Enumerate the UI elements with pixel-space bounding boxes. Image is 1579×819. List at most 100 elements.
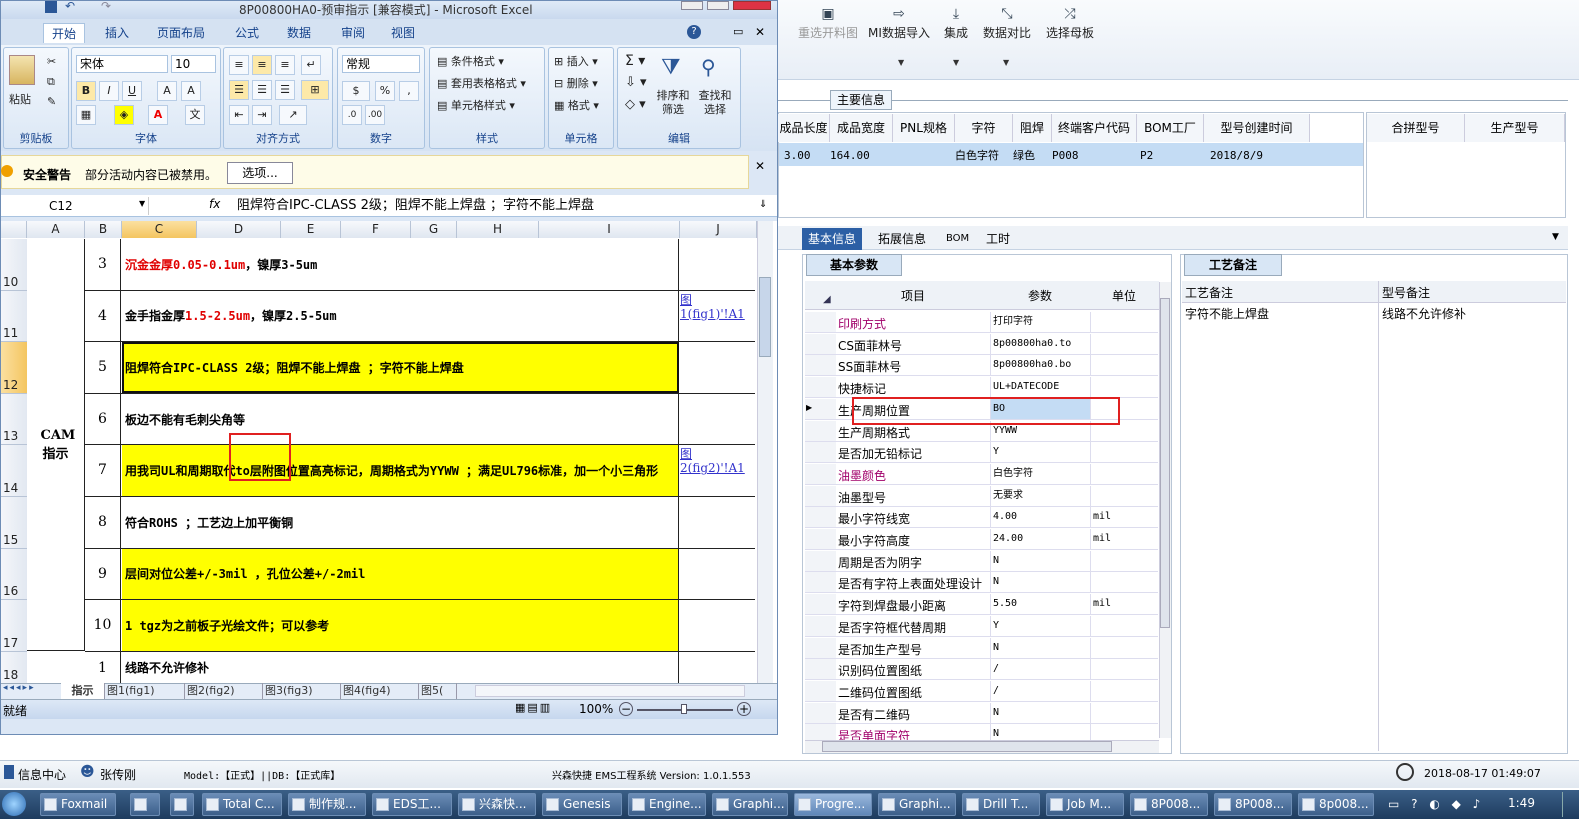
property-value[interactable]: N: [990, 550, 1090, 571]
currency-button[interactable]: $: [342, 81, 370, 101]
basic-params-tab[interactable]: 基本参数: [806, 254, 902, 276]
row-selector[interactable]: [805, 333, 836, 355]
production-model-header[interactable]: 生产型号: [1465, 114, 1565, 142]
merge-cells-button[interactable]: ⊞: [301, 80, 329, 100]
zoom-thumb[interactable]: [681, 704, 687, 714]
font-shrink-button[interactable]: A: [181, 81, 201, 101]
property-row[interactable]: 识别码位置图纸 /: [836, 659, 1158, 681]
hyperlink-cell[interactable]: [680, 396, 755, 445]
instruction-cell[interactable]: 用我司UL和周期取代to层附图位置高亮标记，周期格式为YYWW ；满足UL796…: [122, 445, 679, 496]
increase-indent-button[interactable]: ⇥: [252, 105, 272, 125]
row-header[interactable]: 15: [1, 497, 27, 549]
grid-cell[interactable]: 164.00: [830, 146, 870, 166]
chevron-down-icon[interactable]: ▼: [1552, 232, 1559, 242]
delete-cell-button[interactable]: ⊟ 删除 ▾: [554, 75, 598, 91]
format-painter-icon[interactable]: ✎: [47, 95, 56, 108]
chevron-down-icon[interactable]: ▼: [139, 199, 145, 208]
insert-cell-button[interactable]: ⊞ 插入 ▾: [554, 53, 598, 69]
options-button[interactable]: 选项...: [227, 162, 293, 184]
property-row[interactable]: 二维码位置图纸 /: [836, 680, 1158, 702]
row-selector[interactable]: [805, 637, 836, 659]
grid-header-5[interactable]: 终端客户代码: [1052, 114, 1137, 142]
column-header-D[interactable]: D: [197, 221, 281, 238]
row-selector[interactable]: [805, 529, 836, 550]
phonetic-button[interactable]: 文: [185, 105, 205, 125]
row-selector[interactable]: [805, 420, 836, 442]
pg-scroll-thumb[interactable]: [1160, 298, 1170, 628]
table-format-button[interactable]: ▤ 套用表格格式 ▾: [437, 75, 526, 91]
row-number-cell[interactable]: 10: [85, 600, 121, 652]
process-remark-tab[interactable]: 工艺备注: [1184, 254, 1282, 276]
conditional-format-button[interactable]: ▤ 条件格式 ▾: [437, 53, 504, 69]
ribbon-tab-0[interactable]: 开始: [43, 23, 86, 43]
autosum-icon[interactable]: Σ ▾: [625, 53, 645, 69]
property-value[interactable]: 打印字符: [990, 312, 1090, 332]
align-right-button[interactable]: ☰: [275, 80, 295, 100]
row-header[interactable]: 11: [1, 290, 27, 343]
column-header-I[interactable]: I: [539, 221, 680, 238]
grid-cell[interactable]: P008: [1052, 146, 1079, 166]
row-selector[interactable]: [805, 442, 836, 464]
row-selector[interactable]: [805, 680, 836, 702]
integrate-button[interactable]: ⤓ 集成: [940, 6, 972, 41]
instruction-cell[interactable]: 层间对位公差+/-3mil ，孔位公差+/-2mil: [122, 548, 679, 600]
pg-hscroll-thumb[interactable]: [822, 741, 1112, 752]
property-value[interactable]: 8p00800ha0.bo: [990, 355, 1090, 376]
property-row[interactable]: 周期是否为阴字 N: [836, 550, 1158, 572]
row-header[interactable]: 12: [1, 342, 27, 394]
reselect-button[interactable]: ▣ 重选开料图: [796, 6, 860, 41]
row-number-cell[interactable]: 4: [85, 290, 121, 343]
compare-button[interactable]: ⤡ 数据对比: [980, 6, 1034, 41]
taskbar-item[interactable]: [130, 793, 160, 816]
instruction-cell[interactable]: 板边不能有毛刺尖角等: [122, 393, 679, 445]
process-remark-header[interactable]: 工艺备注: [1185, 284, 1233, 301]
property-value[interactable]: 4.00: [990, 507, 1090, 528]
sort-filter-button[interactable]: 排序和筛选: [655, 89, 691, 117]
row-header[interactable]: 16: [1, 548, 27, 601]
property-row[interactable]: 是否加生产型号 N: [836, 637, 1158, 659]
sheet-hscrollbar[interactable]: [475, 685, 745, 697]
redo-icon[interactable]: ↷: [101, 0, 111, 13]
instruction-cell[interactable]: 阻焊符合IPC-CLASS 2级；阻焊不能上焊盘 ；字符不能上焊盘: [122, 342, 679, 393]
model-remark-value[interactable]: 线路不允许修补: [1382, 305, 1466, 322]
instruction-cell[interactable]: 金手指金厚 1.5-2.5um ，镍厚2.5-5um: [122, 290, 679, 342]
property-row[interactable]: 快捷标记 UL+DATECODE: [836, 377, 1158, 399]
number-format-select[interactable]: 常规: [342, 55, 420, 73]
property-value[interactable]: 24.00: [990, 529, 1090, 549]
taskbar-item[interactable]: Graphi...: [712, 793, 788, 816]
sheet-tab[interactable]: 指示: [61, 683, 105, 699]
grid-cell[interactable]: 3.00: [784, 146, 811, 166]
sheet-tab[interactable]: 图1(fig1): [107, 683, 185, 699]
property-row[interactable]: 是否字符框代替周期 Y: [836, 615, 1158, 637]
row-header[interactable]: 10: [1, 239, 27, 291]
sheet-tab[interactable]: 图2(fig2): [187, 683, 263, 699]
taskbar-item[interactable]: 8P008...: [1214, 793, 1292, 816]
bold-button[interactable]: B: [76, 81, 96, 101]
fill-color-button[interactable]: ◈: [114, 105, 134, 125]
row-selector[interactable]: [805, 702, 836, 724]
property-value[interactable]: N: [990, 702, 1090, 723]
instruction-cell[interactable]: 线路不允许修补: [122, 651, 679, 683]
grid-header-4[interactable]: 阻焊: [1013, 114, 1052, 142]
property-value[interactable]: /: [990, 680, 1090, 701]
copy-icon[interactable]: ⧉: [47, 75, 55, 89]
merge-model-header[interactable]: 合拼型号: [1367, 114, 1465, 142]
hyperlink-cell[interactable]: [680, 499, 755, 548]
property-value[interactable]: 8p00800ha0.to: [990, 333, 1090, 354]
column-header-G[interactable]: G: [411, 221, 457, 238]
property-row[interactable]: 是否加无铅标记 Y: [836, 442, 1158, 464]
row-number-cell[interactable]: 5: [85, 342, 121, 394]
decrease-decimal-button[interactable]: .00: [365, 105, 385, 125]
hyperlink-cell[interactable]: [680, 602, 755, 651]
instruction-cell[interactable]: 1 tgz为之前板子光绘文件；可以参考: [122, 600, 679, 651]
property-value[interactable]: Y: [990, 442, 1090, 463]
function-icon[interactable]: fx: [209, 197, 220, 211]
column-header-A[interactable]: A: [27, 221, 85, 238]
select-board-button[interactable]: ⤮ 选择母板: [1043, 6, 1097, 41]
start-button[interactable]: [2, 792, 26, 816]
ribbon-tab-2[interactable]: 页面布局: [149, 23, 213, 43]
column-header-C[interactable]: C: [122, 221, 197, 238]
property-row[interactable]: 印刷方式 打印字符: [836, 312, 1158, 333]
row-selector[interactable]: [805, 550, 836, 572]
taskbar-item[interactable]: Engine...: [628, 793, 706, 816]
